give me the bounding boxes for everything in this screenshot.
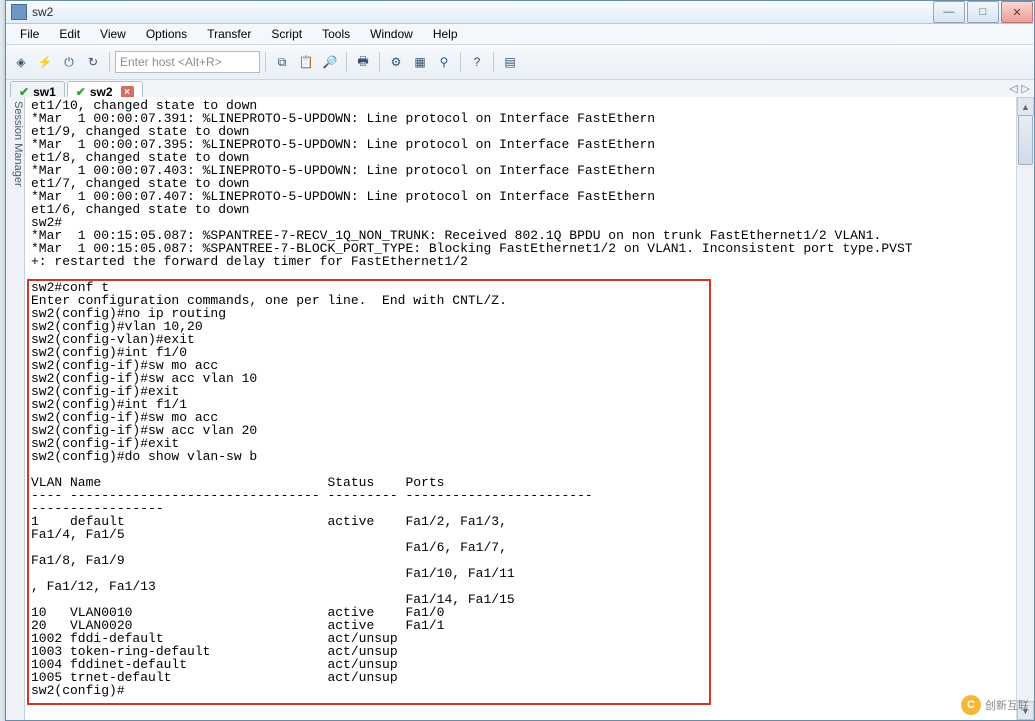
menu-view[interactable]: View: [92, 25, 134, 43]
print-icon[interactable]: 🖶: [352, 51, 374, 73]
maximize-button[interactable]: □: [967, 1, 999, 23]
tab-scroll-right-icon[interactable]: ▷: [1022, 82, 1030, 95]
reconnect-icon[interactable]: ↻: [82, 51, 104, 73]
toolbar: ◈ ⚡ ⏻ ↻ Enter host <Alt+R> ⧉ 📋 🔎 🖶 ⚙ ▦ ⚲…: [6, 45, 1034, 80]
menu-transfer[interactable]: Transfer: [199, 25, 259, 43]
highlight-box: [27, 279, 711, 705]
tab-scroll-left-icon[interactable]: ◁: [1009, 82, 1017, 95]
session-icon[interactable]: ▦: [409, 51, 431, 73]
find-icon[interactable]: 🔎: [319, 51, 341, 73]
watermark: C 创新互联: [961, 695, 1029, 715]
menubar: File Edit View Options Transfer Script T…: [6, 24, 1034, 45]
list-icon[interactable]: ▤: [499, 51, 521, 73]
terminal-area[interactable]: et1/10, changed state to down *Mar 1 00:…: [25, 97, 1034, 720]
main-window: sw2 — □ ✕ File Edit View Options Transfe…: [5, 0, 1035, 721]
key-icon[interactable]: ⚲: [433, 51, 455, 73]
menu-help[interactable]: Help: [425, 25, 466, 43]
scroll-thumb[interactable]: [1018, 115, 1033, 165]
quick-connect-icon[interactable]: ⚡: [34, 51, 56, 73]
disconnect-icon[interactable]: ⏻: [58, 51, 80, 73]
host-input[interactable]: Enter host <Alt+R>: [115, 51, 260, 73]
minimize-button[interactable]: —: [933, 1, 965, 23]
toolbar-sep: [493, 52, 494, 72]
close-button[interactable]: ✕: [1001, 1, 1033, 23]
toolbar-sep: [346, 52, 347, 72]
app-icon: [11, 4, 27, 20]
menu-window[interactable]: Window: [362, 25, 421, 43]
toolbar-sep: [379, 52, 380, 72]
toolbar-sep: [265, 52, 266, 72]
toolbar-sep: [460, 52, 461, 72]
settings-icon[interactable]: ⚙: [385, 51, 407, 73]
titlebar[interactable]: sw2 — □ ✕: [6, 1, 1034, 24]
watermark-text: 创新互联: [985, 697, 1029, 713]
scroll-up-icon[interactable]: ▲: [1017, 97, 1034, 116]
toolbar-sep: [109, 52, 110, 72]
session-manager-sidebar[interactable]: Session Manager: [6, 97, 25, 720]
menu-tools[interactable]: Tools: [314, 25, 358, 43]
paste-icon[interactable]: 📋: [295, 51, 317, 73]
copy-icon[interactable]: ⧉: [271, 51, 293, 73]
menu-file[interactable]: File: [12, 25, 47, 43]
menu-edit[interactable]: Edit: [51, 25, 88, 43]
vertical-scrollbar[interactable]: ▲ ▼: [1016, 97, 1034, 720]
connect-icon[interactable]: ◈: [10, 51, 32, 73]
help-icon[interactable]: ?: [466, 51, 488, 73]
watermark-badge-icon: C: [961, 695, 981, 715]
window-title: sw2: [32, 5, 932, 19]
menu-options[interactable]: Options: [138, 25, 195, 43]
menu-script[interactable]: Script: [263, 25, 310, 43]
